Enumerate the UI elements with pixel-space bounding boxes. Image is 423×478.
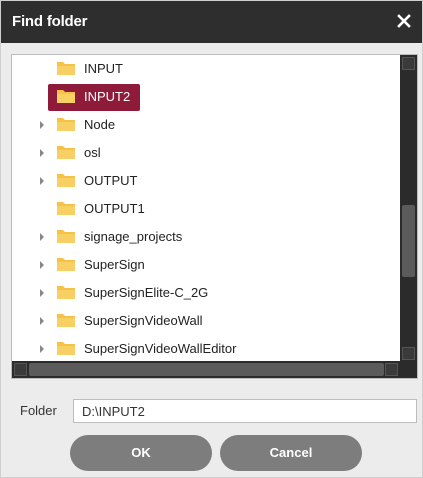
scroll-right-arrow[interactable] (385, 363, 398, 376)
tree-item[interactable]: Node (12, 111, 400, 139)
chevron-right-icon[interactable] (38, 344, 46, 354)
folder-icon (57, 146, 75, 159)
tree-item[interactable]: SuperSignVideoWallEditor (12, 335, 400, 362)
tree-item-label: OUTPUT (84, 173, 138, 188)
dialog-title: Find folder (12, 13, 88, 30)
scroll-left-arrow[interactable] (14, 363, 27, 376)
scrollbar-corner (400, 361, 417, 378)
tree-item[interactable]: SuperSignVideoWall (12, 307, 400, 335)
tree-item-label: SuperSign (84, 257, 145, 272)
find-folder-dialog: Find folder INPUT INPUT2 Node osl OUTPUT OUTP… (0, 0, 423, 478)
tree-item-label: Node (84, 117, 116, 132)
scroll-up-arrow[interactable] (402, 57, 415, 70)
tree-item[interactable]: OUTPUT1 (12, 195, 400, 223)
tree-item-label: osl (84, 145, 101, 160)
tree-item[interactable]: INPUT2 (12, 83, 400, 111)
vertical-scroll-thumb[interactable] (402, 205, 415, 277)
chevron-right-icon[interactable] (38, 148, 46, 158)
folder-icon (57, 202, 75, 215)
tree-item-label: signage_projects (84, 229, 183, 244)
chevron-right-icon[interactable] (38, 288, 46, 298)
folder-icon (57, 230, 75, 243)
tree-item-label: SuperSignVideoWall (84, 313, 203, 328)
folder-icon (57, 174, 75, 187)
folder-icon (57, 118, 75, 131)
tree-item[interactable]: OUTPUT (12, 167, 400, 195)
tree-item[interactable]: INPUT (12, 55, 400, 83)
tree-item-label: SuperSignElite-C_2G (84, 285, 209, 300)
folder-icon (57, 342, 75, 355)
folder-field-label: Folder (20, 403, 57, 418)
folder-icon (57, 286, 75, 299)
folder-path-input[interactable] (73, 399, 417, 423)
title-bar: Find folder (1, 1, 422, 43)
tree-item-label: OUTPUT1 (84, 201, 145, 216)
tree-item[interactable]: signage_projects (12, 223, 400, 251)
chevron-right-icon[interactable] (38, 120, 46, 130)
chevron-right-icon[interactable] (38, 176, 46, 186)
tree-item[interactable]: SuperSignElite-C_2G (12, 279, 400, 307)
folder-icon (57, 258, 75, 271)
horizontal-scrollbar[interactable] (12, 361, 400, 378)
folder-tree[interactable]: INPUT INPUT2 Node osl OUTPUT OUTPUT1 signage_p… (11, 54, 418, 379)
folder-icon (57, 62, 75, 75)
close-icon (397, 14, 411, 28)
tree-item-label: INPUT (84, 61, 123, 76)
close-button[interactable] (392, 9, 416, 33)
vertical-scrollbar[interactable] (400, 55, 417, 362)
scroll-down-arrow[interactable] (402, 347, 415, 360)
tree-item[interactable]: SuperSign (12, 251, 400, 279)
folder-icon (57, 90, 75, 103)
chevron-right-icon[interactable] (38, 260, 46, 270)
tree-item-label: SuperSignVideoWallEditor (84, 341, 237, 356)
cancel-button[interactable]: Cancel (220, 435, 362, 471)
folder-icon (57, 314, 75, 327)
horizontal-scroll-thumb[interactable] (29, 363, 384, 376)
chevron-right-icon[interactable] (38, 232, 46, 242)
tree-item[interactable]: osl (12, 139, 400, 167)
folder-tree-viewport: INPUT INPUT2 Node osl OUTPUT OUTPUT1 signage_p… (12, 55, 400, 362)
chevron-right-icon[interactable] (38, 316, 46, 326)
tree-item-label: INPUT2 (84, 89, 131, 104)
ok-button[interactable]: OK (70, 435, 212, 471)
